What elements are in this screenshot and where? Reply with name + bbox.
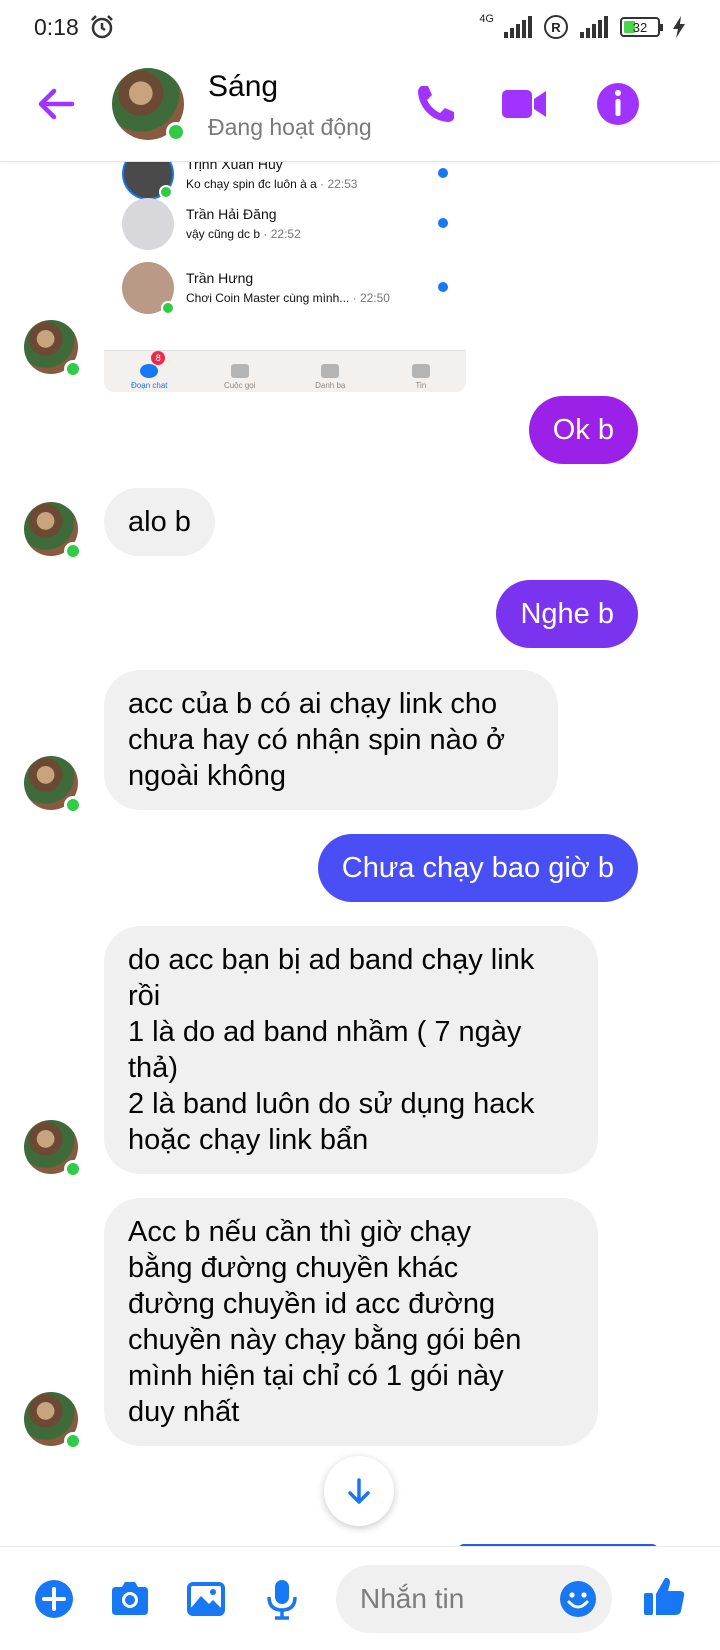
unread-dot [438, 282, 448, 292]
alarm-icon [90, 15, 113, 39]
tab-contacts: Danh bạ [285, 351, 376, 392]
contact-name[interactable]: Sáng [208, 70, 278, 104]
online-indicator [64, 1432, 82, 1450]
chat-header: Sáng Đang hoạt động [0, 54, 720, 162]
unread-dot [438, 218, 448, 228]
image-gallery-icon[interactable] [184, 1577, 228, 1621]
message-bubble-incoming[interactable]: acc của b có ai chạy link cho chưa hay c… [104, 670, 558, 810]
list-item: Trần Hưng Chơi Coin Master cùng mình... … [122, 262, 452, 322]
messenger-chat-screen: 0:18 4G R 32 Sáng Đang hoạt động Trịnh X… [0, 0, 720, 1650]
message-bubble-incoming[interactable]: Acc b nếu cần thì giờ chạy bằng đường ch… [104, 1198, 598, 1446]
screenshot-tab-bar: 8 Đoạn chat Cuộc gọi Danh bạ Tin [104, 350, 466, 392]
tab-stories: Tin [376, 351, 467, 392]
online-indicator [64, 1160, 82, 1178]
unread-dot [438, 168, 448, 178]
back-arrow-icon[interactable] [32, 80, 80, 128]
scroll-to-bottom-button[interactable] [324, 1456, 394, 1526]
charging-icon [673, 16, 685, 38]
shared-screenshot-image[interactable]: Trịnh Xuân Huy Ko chạy spin đc luôn à a … [104, 162, 466, 392]
clock: 0:18 [34, 13, 79, 40]
message-composer [0, 1546, 720, 1650]
signal-icon [504, 16, 532, 38]
tab-chats: 8 Đoạn chat [131, 351, 168, 390]
message-bubble-outgoing[interactable]: Chưa chạy bao giờ b [317, 834, 638, 902]
people-icon [321, 364, 340, 378]
microphone-icon[interactable] [260, 1577, 304, 1621]
avatar [122, 162, 174, 200]
sender-avatar[interactable] [24, 1392, 82, 1450]
battery-icon: 32 [620, 17, 663, 37]
chat-bubble-icon [140, 364, 159, 378]
tab-calls: Cuộc gọi [195, 351, 286, 392]
thumbs-up-like-icon[interactable] [640, 1573, 688, 1621]
message-bubble-incoming[interactable]: alo b [104, 488, 215, 556]
contact-avatar[interactable] [112, 68, 186, 142]
online-indicator [166, 122, 186, 142]
sender-avatar[interactable] [24, 756, 82, 814]
emoji-icon[interactable] [558, 1579, 598, 1619]
message-bubble-outgoing[interactable]: Nghe b [496, 580, 638, 648]
online-indicator [64, 542, 82, 560]
stories-icon [411, 364, 430, 378]
plus-icon[interactable] [32, 1577, 76, 1621]
registered-icon: R [544, 15, 568, 39]
video-call-icon[interactable] [500, 80, 548, 128]
sender-avatar[interactable] [24, 502, 82, 560]
sender-avatar[interactable] [24, 320, 82, 378]
video-icon [230, 364, 249, 378]
sender-avatar[interactable] [24, 1120, 82, 1178]
online-indicator [64, 796, 82, 814]
battery-level: 32 [632, 19, 648, 35]
avatar [122, 198, 174, 250]
arrow-down-icon [348, 1478, 370, 1504]
list-item: Trần Hải Đăng vậy cũng dc b · 22:52 [122, 198, 452, 258]
message-input[interactable] [360, 1579, 540, 1619]
network-type: 4G [479, 13, 494, 25]
camera-icon[interactable] [108, 1577, 152, 1621]
contact-status: Đang hoạt động [208, 114, 372, 140]
signal-icon-2 [580, 16, 608, 38]
status-bar: 0:18 4G R 32 [0, 0, 720, 54]
message-bubble-incoming[interactable]: do acc bạn bị ad band chạy link rồi 1 là… [104, 926, 598, 1174]
avatar [122, 262, 175, 315]
online-indicator [64, 360, 82, 378]
message-input-field[interactable] [336, 1565, 612, 1633]
message-bubble-outgoing[interactable]: Ok b [528, 396, 638, 464]
phone-call-icon[interactable] [412, 80, 460, 128]
info-icon[interactable] [594, 80, 642, 128]
